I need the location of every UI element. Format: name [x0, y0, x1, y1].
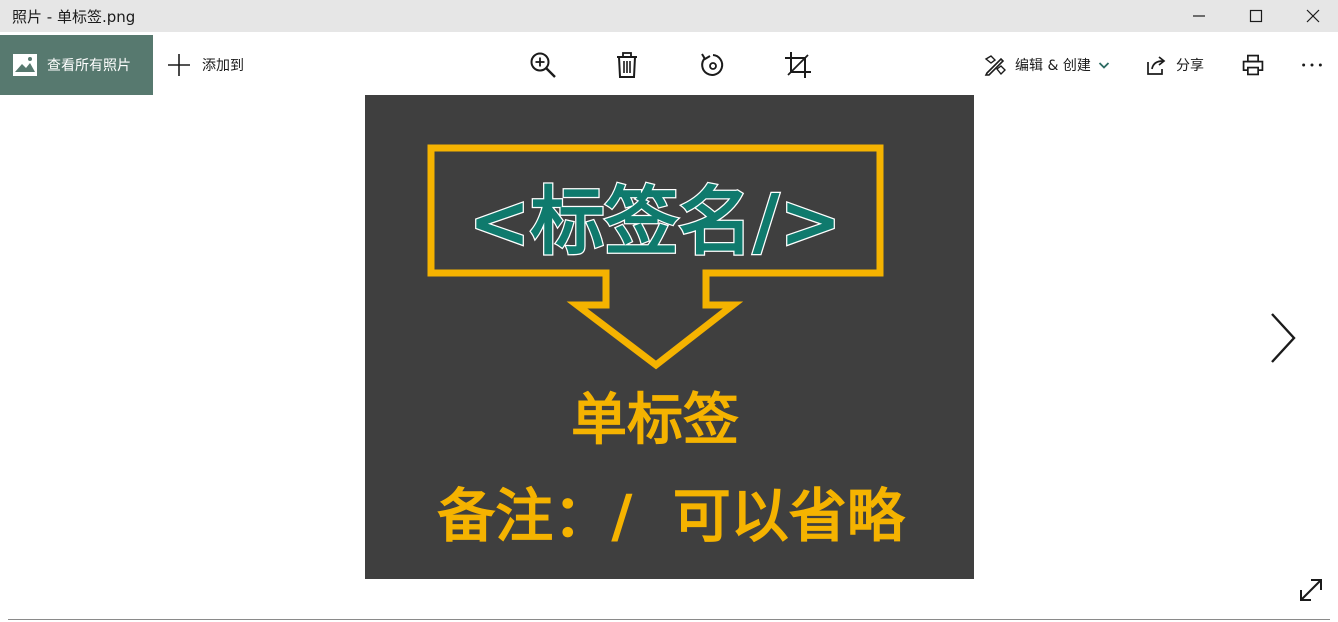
photo-subheading: 单标签	[571, 388, 739, 453]
rotate-icon	[701, 53, 724, 76]
more-options-button[interactable]	[1297, 50, 1327, 80]
maximize-icon	[1249, 9, 1263, 23]
toolbar: 查看所有照片 添加到 编辑 & 创建 分享	[0, 32, 1338, 95]
rotate-button[interactable]	[698, 50, 728, 80]
edit-create-button[interactable]: 编辑 & 创建	[984, 52, 1110, 78]
view-all-photos-button[interactable]: 查看所有照片	[0, 35, 153, 95]
bottom-divider	[8, 619, 1330, 620]
print-button[interactable]	[1238, 50, 1268, 80]
window-title: 照片 - 单标签.png	[12, 8, 136, 26]
minimize-button[interactable]	[1170, 0, 1228, 32]
maximize-button[interactable]	[1227, 0, 1285, 32]
close-button[interactable]	[1284, 0, 1338, 32]
close-icon	[1306, 9, 1320, 23]
fullscreen-icon[interactable]	[1298, 577, 1324, 603]
photo-note: 备注：/ 可以省略	[437, 482, 906, 550]
photo-viewer: <标签名/> 单标签 备注：/ 可以省略	[0, 95, 1338, 622]
photo-graphic: <标签名/> 单标签 备注：/ 可以省略	[365, 95, 974, 579]
add-to-button[interactable]: 添加到	[167, 35, 244, 95]
title-bar: 照片 - 单标签.png	[0, 0, 1338, 32]
crop-button[interactable]	[783, 50, 813, 80]
delete-button[interactable]	[612, 50, 642, 80]
plus-icon	[168, 54, 190, 76]
chevron-down-icon	[1098, 62, 1109, 69]
more-icon	[1302, 63, 1322, 67]
zoom-button[interactable]	[528, 50, 558, 80]
edit-create-label: 编辑 & 创建	[1015, 58, 1091, 74]
delete-icon	[617, 52, 637, 78]
share-label: 分享	[1176, 58, 1204, 74]
share-icon	[1147, 56, 1166, 75]
print-icon	[1242, 54, 1264, 76]
view-all-photos-label: 查看所有照片	[47, 58, 131, 74]
zoom-in-icon	[530, 52, 556, 78]
minimize-icon	[1193, 15, 1205, 17]
edit-create-icon	[984, 55, 1006, 76]
next-arrow-icon[interactable]	[1264, 310, 1300, 366]
displayed-photo: <标签名/> 单标签 备注：/ 可以省略	[365, 95, 974, 579]
add-to-label: 添加到	[202, 58, 244, 74]
crop-icon	[785, 52, 811, 78]
pictures-icon	[13, 54, 37, 76]
photo-heading: <标签名/>	[468, 179, 841, 265]
share-button[interactable]: 分享	[1145, 52, 1204, 78]
